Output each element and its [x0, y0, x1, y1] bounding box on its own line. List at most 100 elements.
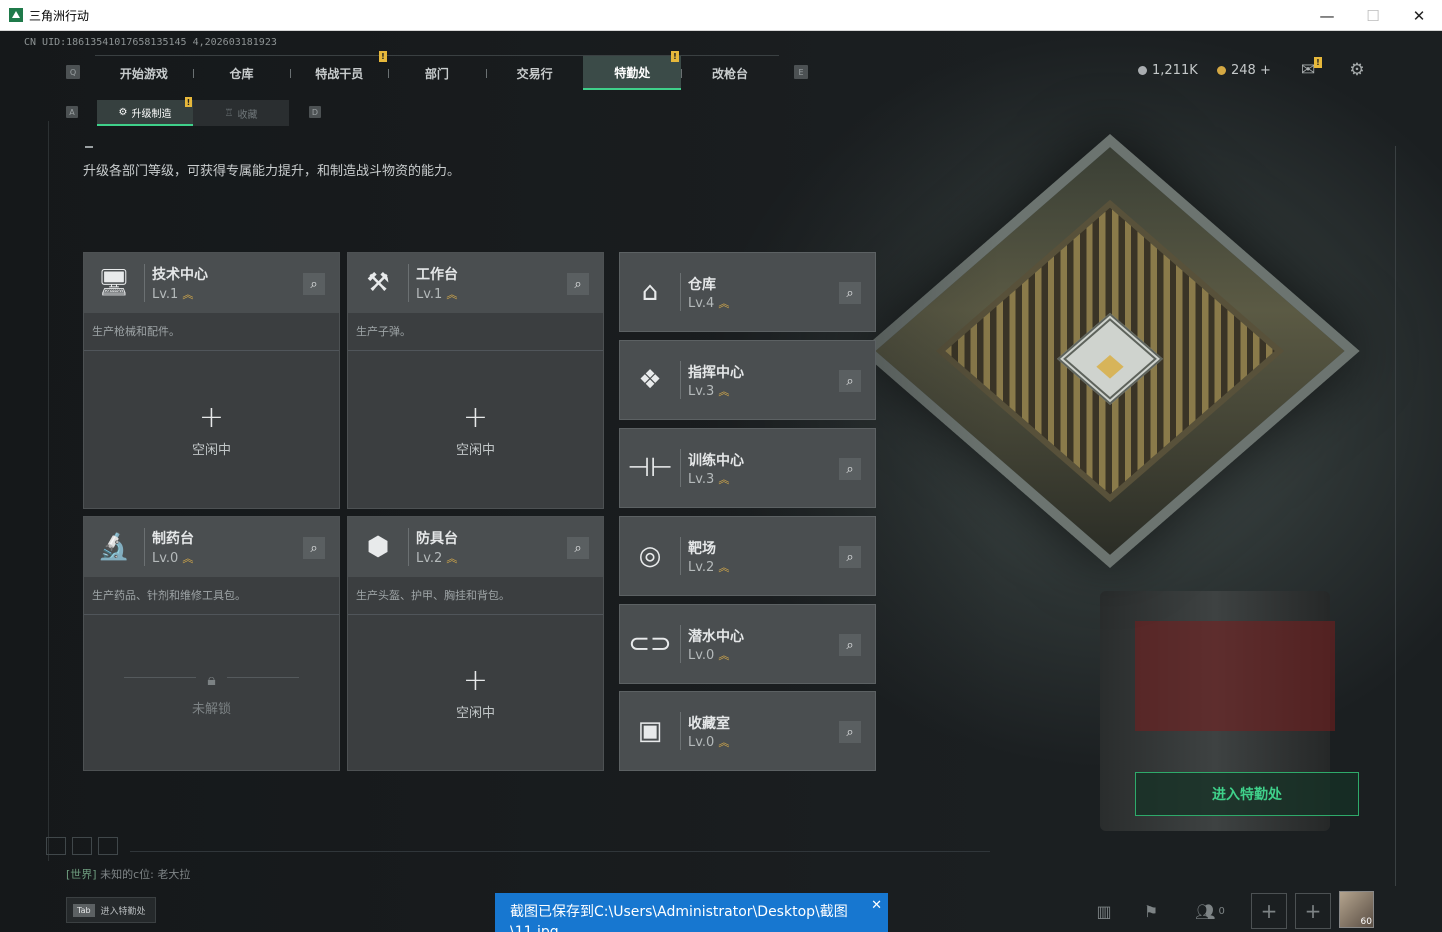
- workshop-level: Lv.1: [152, 287, 179, 302]
- player-uid: CN UID:18613541017658135145 4,2026031819…: [24, 37, 277, 48]
- upgrade-arrow-icon: ︽: [718, 297, 730, 310]
- lock-icon: 🔒︎: [207, 670, 216, 689]
- nav-gunsmith[interactable]: 改枪台: [681, 56, 779, 90]
- workshop-name: 防具台: [416, 531, 458, 547]
- toast-close-icon[interactable]: ✕: [871, 896, 882, 916]
- search-icon[interactable]: ⌕: [303, 273, 325, 295]
- department-card-diving[interactable]: ⊂⊃ 潜水中心 Lv.0 ︽ ⌕: [619, 604, 876, 684]
- upgrade-arrow-icon: ︽: [182, 288, 194, 301]
- nav-right-key[interactable]: E: [794, 65, 808, 79]
- screenshot-saved-toast: 截图已保存到C:\Users\Administrator\Desktop\截图\…: [495, 893, 888, 932]
- add-icon[interactable]: +: [463, 403, 488, 433]
- subtab-upgrade-craft[interactable]: ⚙ 升级制造: [97, 100, 193, 126]
- search-icon[interactable]: ⌕: [839, 721, 861, 743]
- nav-left-key[interactable]: Q: [66, 65, 80, 79]
- add-slot-button-1[interactable]: +: [1251, 893, 1287, 929]
- friends-button[interactable]: 👥︎ 0: [1192, 896, 1228, 926]
- world-chat-line[interactable]: [世界] 未知的c位: 老大拉: [66, 866, 190, 882]
- search-icon[interactable]: ⌕: [839, 370, 861, 392]
- department-level: Lv.4: [688, 296, 715, 311]
- workshop-card-tech-center[interactable]: 🖥 技术中心 Lv.1 ︽ ⌕ 生产枪械和配件。 + 空闲中: [83, 252, 340, 509]
- nav-special-ops[interactable]: 特勤处: [583, 56, 682, 90]
- search-icon[interactable]: ⌕: [839, 282, 861, 304]
- subtab-right-key[interactable]: D: [309, 106, 321, 118]
- settings-gear-icon[interactable]: ⚙: [1346, 59, 1368, 81]
- department-name: 仓库: [688, 277, 716, 293]
- department-card-collection-room[interactable]: ▣ 收藏室 Lv.0 ︽ ⌕: [619, 691, 876, 771]
- subtab-upgrade-craft-label: 升级制造: [131, 108, 172, 120]
- nav-operators[interactable]: 特战干员: [290, 56, 388, 90]
- department-name: 训练中心: [688, 453, 744, 469]
- upgrade-arrow-icon: ︽: [182, 552, 194, 565]
- upgrade-arrow-icon: ︽: [718, 473, 730, 486]
- app-logo-icon: [9, 8, 23, 22]
- subtab-collection[interactable]: ♖ 收藏: [193, 100, 289, 126]
- department-card-training[interactable]: ⊣⊢ 训练中心 Lv.3 ︽ ⌕: [619, 428, 876, 508]
- minimize-button[interactable]: —: [1304, 0, 1350, 31]
- nav-operators-alert-icon: !: [379, 51, 387, 62]
- ticket-amount: 248 +: [1231, 63, 1271, 78]
- chat-speaker: 未知的c位:: [100, 868, 154, 881]
- nav-department[interactable]: 部门: [388, 56, 486, 90]
- microscope-icon: 🔬: [97, 532, 131, 562]
- friends-icon: 👥︎: [1195, 901, 1216, 921]
- avatar-level: 60: [1360, 917, 1372, 927]
- workshop-name: 工作台: [416, 267, 458, 283]
- search-icon[interactable]: ⌕: [839, 634, 861, 656]
- background-red-panel: [1135, 621, 1335, 731]
- nav-warehouse[interactable]: 仓库: [192, 56, 291, 90]
- workshop-card-workbench[interactable]: ⚒ 工作台 Lv.1 ︽ ⌕ 生产子弹。 + 空闲中: [347, 252, 604, 509]
- subtab-alert-icon: !: [185, 97, 192, 107]
- ticket-balance[interactable]: 248 +: [1217, 63, 1271, 78]
- coin-balance: 1,211K: [1138, 63, 1198, 78]
- upgrade-arrow-icon: ︽: [718, 561, 730, 574]
- enter-special-ops-button[interactable]: 进入特勤处: [1135, 772, 1359, 816]
- department-name: 指挥中心: [688, 365, 744, 381]
- tools-icon: ⚒: [366, 268, 390, 298]
- department-name: 靶场: [688, 541, 716, 557]
- workshop-description: 生产药品、针剂和维修工具包。: [84, 577, 339, 615]
- workshop-card-armor[interactable]: ⬢ 防具台 Lv.2 ︽ ⌕ 生产头盔、护甲、胸挂和背包。 + 空闲中: [347, 516, 604, 771]
- workshop-card-pharmacy[interactable]: 🔬 制药台 Lv.0 ︽ ⌕ 生产药品、针剂和维修工具包。 🔒︎ 未解锁: [83, 516, 340, 771]
- department-level: Lv.3: [688, 472, 715, 487]
- close-window-button[interactable]: ✕: [1396, 0, 1442, 31]
- search-icon[interactable]: ⌕: [839, 458, 861, 480]
- game-viewport: CN UID:18613541017658135145 4,2026031819…: [0, 31, 1442, 932]
- department-card-warehouse[interactable]: ⌂ 仓库 Lv.4 ︽ ⌕: [619, 252, 876, 332]
- search-icon[interactable]: ⌕: [567, 273, 589, 295]
- flag-icon[interactable]: ⚑: [1136, 896, 1166, 926]
- department-card-command[interactable]: ❖ 指挥中心 Lv.3 ︽ ⌕: [619, 340, 876, 420]
- stats-chart-icon[interactable]: ▥: [1089, 896, 1119, 926]
- maximize-button[interactable]: ☐: [1350, 0, 1396, 31]
- add-slot-button-2[interactable]: +: [1295, 893, 1331, 929]
- upgrade-arrow-icon: ︽: [718, 385, 730, 398]
- tab-hint[interactable]: Tab 进入特勤处: [66, 897, 156, 923]
- add-icon[interactable]: +: [463, 666, 488, 696]
- nav-trade[interactable]: 交易行: [485, 56, 584, 90]
- workshop-level: Lv.2: [416, 551, 443, 566]
- search-icon[interactable]: ⌕: [567, 537, 589, 559]
- department-card-range[interactable]: ◎ 靶场 Lv.2 ︽ ⌕: [619, 516, 876, 596]
- workshop-status: 空闲中: [455, 443, 495, 458]
- sub-tabs: ⚙ 升级制造 ♖ 收藏: [97, 100, 289, 126]
- dumbbell-icon: ⊣⊢: [627, 453, 673, 483]
- workshop-name: 制药台: [152, 531, 194, 547]
- subtab-collection-label: 收藏: [237, 109, 258, 121]
- workshop-level: Lv.1: [416, 287, 443, 302]
- department-level: Lv.0: [688, 735, 715, 750]
- trophy-case-icon: ▣: [637, 716, 663, 746]
- upgrade-arrow-icon: ︽: [718, 736, 730, 749]
- target-icon: ◎: [638, 541, 662, 571]
- search-icon[interactable]: ⌕: [303, 537, 325, 559]
- search-icon[interactable]: ⌕: [839, 546, 861, 568]
- warehouse-icon: ⌂: [641, 277, 659, 307]
- subtab-left-key[interactable]: A: [66, 106, 78, 118]
- department-level: Lv.0: [688, 648, 715, 663]
- department-name: 收藏室: [688, 716, 730, 732]
- player-avatar[interactable]: 60: [1339, 891, 1374, 928]
- add-icon[interactable]: +: [199, 403, 224, 433]
- nav-start-game[interactable]: 开始游戏: [95, 56, 193, 90]
- monitor-icon: 🖥: [97, 268, 131, 298]
- chat-message: 老大拉: [157, 868, 191, 881]
- coin-amount: 1,211K: [1152, 63, 1198, 78]
